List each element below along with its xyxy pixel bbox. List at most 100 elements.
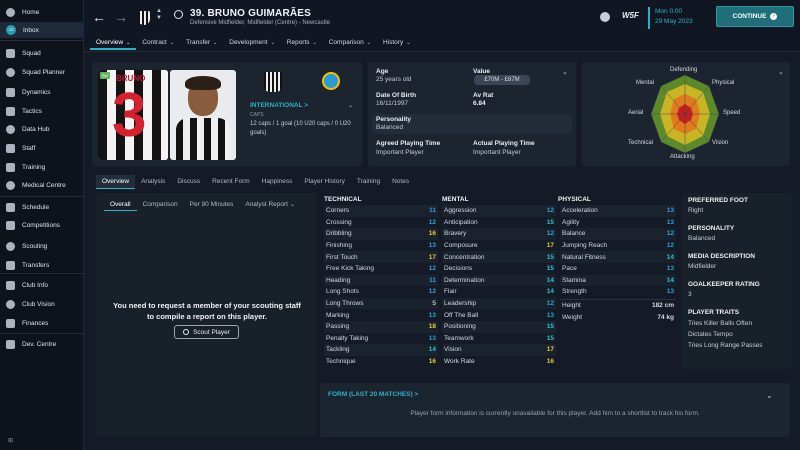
continue-button[interactable]: CONTINUE › xyxy=(716,6,794,27)
attribute-name: Leadership xyxy=(444,300,477,308)
attribute-row[interactable]: Natural Fitness 14 xyxy=(560,251,676,263)
subtab-training[interactable]: Training xyxy=(351,175,386,189)
attribute-row[interactable]: Jumping Reach 12 xyxy=(560,240,676,252)
attribute-row[interactable]: Corners 11 xyxy=(324,205,438,217)
sidebar-item-tactics[interactable]: Tactics xyxy=(0,103,84,119)
subtab-recent-form[interactable]: Recent Form xyxy=(206,175,256,189)
attribute-name: Pace xyxy=(562,265,577,273)
sidebar-item-inbox[interactable]: 23 Inbox xyxy=(0,22,84,38)
attribute-row[interactable]: Aggression 12 xyxy=(442,205,556,217)
sidebar-item-staff[interactable]: Staff xyxy=(0,140,84,156)
attribute-row[interactable]: Concentration 15 xyxy=(442,251,556,263)
tab-reports[interactable]: Reports ⌄ xyxy=(281,37,323,50)
sidebar-item-club-vision[interactable]: Club Vision xyxy=(0,296,84,312)
sidebar-item-finances[interactable]: Finances xyxy=(0,315,84,331)
sidebar-item-training[interactable]: Training xyxy=(0,159,84,175)
subtab-player-history[interactable]: Player History xyxy=(298,175,350,189)
attribute-value: 13 xyxy=(428,334,436,342)
report-tab-comparison[interactable]: Comparison xyxy=(137,199,184,211)
attribute-row[interactable]: Leadership 12 xyxy=(442,297,556,310)
sidebar-item-home[interactable]: Home xyxy=(0,4,84,20)
radar-label-technical: Technical xyxy=(628,140,654,146)
sidebar-item-medical-centre[interactable]: Medical Centre xyxy=(0,177,84,193)
actual-playing-time-label: Actual Playing Time xyxy=(473,140,535,147)
sidebar-item-dynamics[interactable]: Dynamics xyxy=(0,84,84,100)
sidebar-item-squad[interactable]: Squad xyxy=(0,45,84,61)
tab-history[interactable]: History ⌄ xyxy=(377,37,416,50)
attribute-row[interactable]: Determination 14 xyxy=(442,274,556,287)
subtab-overview[interactable]: Overview xyxy=(96,175,136,189)
sidebar-item-schedule[interactable]: Schedule xyxy=(0,199,84,215)
international-chevron-icon[interactable]: ⌄ xyxy=(348,102,353,109)
attribute-row[interactable]: Agility 13 xyxy=(560,217,676,229)
attribute-row[interactable]: Positioning 15 xyxy=(442,321,556,333)
attribute-row[interactable]: Penalty Taking 13 xyxy=(324,333,438,345)
report-tab-overall[interactable]: Overall xyxy=(104,199,137,211)
form-title-link[interactable]: FORM (LAST 20 MATCHES) > xyxy=(328,391,418,398)
attribute-row[interactable]: Dribbling 16 xyxy=(324,228,438,240)
attribute-row[interactable]: Finishing 13 xyxy=(324,240,438,252)
sidebar-item-squad-planner[interactable]: Squad Planner xyxy=(0,64,84,80)
back-arrow-icon[interactable]: ← xyxy=(92,9,106,25)
date-display[interactable]: Mon 0:00 29 May 2023 xyxy=(648,7,708,29)
subtab-analysis[interactable]: Analysis xyxy=(135,175,171,189)
subtab-happiness[interactable]: Happiness xyxy=(256,175,299,189)
form-chevron-icon[interactable]: ⌄ xyxy=(766,391,773,400)
report-tab-analyst-report[interactable]: Analyst Report ⌄ xyxy=(239,199,301,211)
medical-icon xyxy=(6,180,15,190)
subtab-notes[interactable]: Notes xyxy=(386,175,415,189)
attribute-row[interactable]: Marking 13 xyxy=(324,309,438,321)
attribute-row[interactable]: Acceleration 13 xyxy=(560,205,676,217)
sidebar-item-transfers[interactable]: Transfers xyxy=(0,257,84,273)
sidebar-footer[interactable]: ⊞ xyxy=(8,437,13,444)
attribute-row[interactable]: Crossing 12 xyxy=(324,217,438,229)
attribute-row[interactable]: Teamwork 15 xyxy=(442,333,556,345)
attribute-value: 14 xyxy=(666,276,674,284)
w5f-logo[interactable]: W5F xyxy=(622,11,639,20)
sidebar-item-club-info[interactable]: Club Info xyxy=(0,277,84,293)
attribute-row[interactable]: First Touch 17 xyxy=(324,251,438,263)
attribute-row[interactable]: Tackling 14 xyxy=(324,344,438,356)
attribute-row[interactable]: Long Shots 12 xyxy=(324,286,438,298)
attribute-value: 12 xyxy=(666,242,674,250)
sidebar-item-dev-centre[interactable]: Dev. Centre xyxy=(0,336,84,352)
sidebar-item-competitions[interactable]: Competitions xyxy=(0,217,84,233)
attribute-row[interactable]: Anticipation 15 xyxy=(442,217,556,229)
attribute-row[interactable]: Passing 18 xyxy=(324,321,438,333)
attribute-value: 12 xyxy=(428,288,436,296)
attribute-row[interactable]: Flair 14 xyxy=(442,286,556,298)
attribute-row[interactable]: Work Rate 16 xyxy=(442,356,556,368)
tab-transfer[interactable]: Transfer ⌄ xyxy=(180,37,223,50)
tab-development[interactable]: Development ⌄ xyxy=(223,37,281,50)
attribute-row[interactable]: Vision 17 xyxy=(442,344,556,356)
attribute-row[interactable]: Free Kick Taking 12 xyxy=(324,263,438,275)
attribute-row[interactable]: Stamina 14 xyxy=(560,274,676,287)
attribute-row[interactable]: Technique 16 xyxy=(324,356,438,368)
attribute-row[interactable]: Long Throws 5 xyxy=(324,297,438,310)
form-panel: FORM (LAST 20 MATCHES) > ⌄ Player form i… xyxy=(320,383,790,437)
player-switch-icon[interactable]: ▲ ▼ xyxy=(156,8,162,22)
attribute-row[interactable]: Composure 17 xyxy=(442,240,556,252)
tab-contract[interactable]: Contract ⌄ xyxy=(136,37,180,50)
tab-comparison[interactable]: Comparison ⌄ xyxy=(323,37,377,50)
attribute-row[interactable]: Bravery 12 xyxy=(442,228,556,240)
scout-player-button[interactable]: Scout Player xyxy=(174,325,239,339)
skull-icon[interactable] xyxy=(600,12,610,22)
dob-value: 16/11/1997 xyxy=(376,100,409,107)
info-chevron-icon[interactable]: ⌄ xyxy=(562,68,568,76)
forward-arrow-icon[interactable]: → xyxy=(114,9,128,25)
attribute-row[interactable]: Pace 13 xyxy=(560,263,676,275)
international-link[interactable]: INTERNATIONAL > xyxy=(250,102,308,109)
attribute-row[interactable]: Off The Ball 13 xyxy=(442,309,556,321)
attribute-row[interactable]: Balance 12 xyxy=(560,228,676,240)
tab-overview[interactable]: Overview ⌄ xyxy=(90,37,137,50)
report-tab-per-90-minutes[interactable]: Per 90 Minutes xyxy=(184,199,240,211)
attribute-row[interactable]: Heading 11 xyxy=(324,274,438,287)
sidebar-item-scouting[interactable]: Scouting xyxy=(0,238,84,254)
attribute-row[interactable]: Strength 13 xyxy=(560,286,676,298)
search-icon[interactable] xyxy=(174,10,183,19)
subtab-discuss[interactable]: Discuss xyxy=(171,175,206,189)
weight-row: Weight 74 kg xyxy=(560,312,676,324)
sidebar-item-data-hub[interactable]: Data Hub xyxy=(0,121,84,137)
attribute-row[interactable]: Decisions 15 xyxy=(442,263,556,275)
